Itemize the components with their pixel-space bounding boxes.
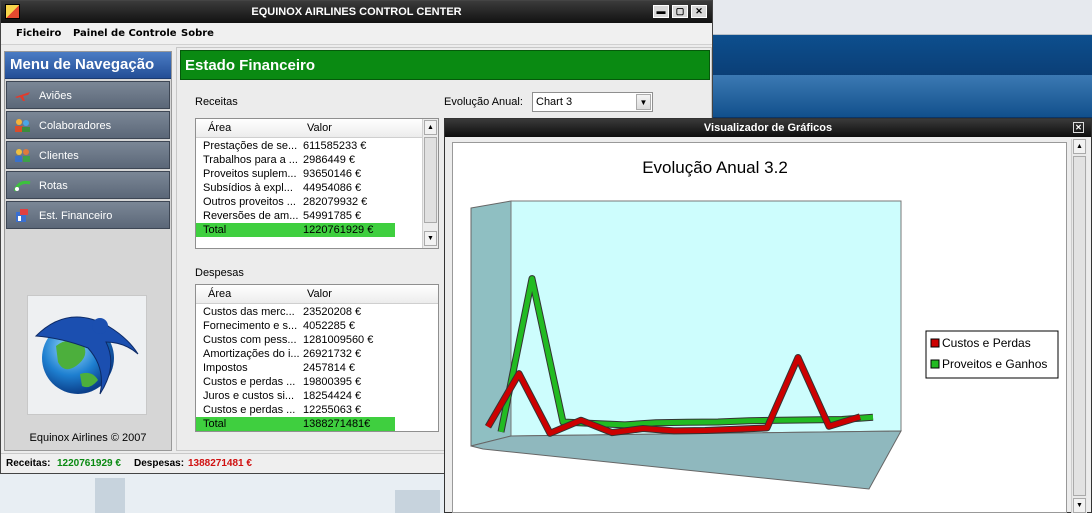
sidebar-item-label: Colaboradores (39, 120, 112, 132)
menu-bar: Ficheiro Painel de Controle Sobre (1, 23, 712, 45)
evolucao-label: Evolução Anual: (444, 96, 523, 108)
table-row[interactable]: Prestações de se... 611585233 € (196, 139, 424, 153)
scroll-thumb[interactable] (424, 137, 437, 223)
column-area[interactable]: Área (208, 288, 231, 300)
table-row[interactable]: Fornecimento e s... 4052285 € (196, 319, 438, 333)
viewer-title-bar: Visualizador de Gráficos ✕ (445, 119, 1091, 137)
page-title: Estado Financeiro (180, 50, 710, 80)
despesas-total-row[interactable]: Total 1388271481€ (196, 417, 395, 431)
chart-viewer-window: Visualizador de Gráficos ✕ Evolução Anua… (444, 118, 1092, 513)
minimize-button[interactable]: ▬ (653, 5, 669, 18)
despesas-label: Despesas (195, 267, 244, 279)
sidebar-item-clientes[interactable]: Clientes (6, 141, 170, 169)
sidebar-item-label: Rotas (39, 180, 68, 192)
background-blur (395, 490, 440, 513)
navigation-sidebar: Menu de Navegação Aviões Colaboradores C… (4, 51, 172, 451)
column-area[interactable]: Área (208, 122, 231, 134)
background-blur (95, 478, 125, 513)
viewer-title: Visualizador de Gráficos (703, 122, 833, 134)
table-row[interactable]: Reversões de am... 54991785 € (196, 209, 424, 223)
airplane-icon (15, 92, 30, 101)
table-row[interactable]: Impostos 2457814 € (196, 361, 438, 375)
legend-swatch-custos (930, 338, 940, 348)
legend-label-custos: Custos e Perdas (942, 336, 1031, 350)
receitas-scrollbar[interactable]: ▲ ▼ (422, 119, 438, 248)
receitas-total-row[interactable]: Total 1220761929 € (196, 223, 395, 237)
scroll-down-icon[interactable]: ▼ (424, 231, 437, 246)
title-bar: EQUINOX AIRLINES CONTROL CENTER ▬ ▢ ✕ (1, 1, 712, 23)
scroll-thumb[interactable] (1073, 156, 1086, 496)
line-chart: Evolução Anual 3.2 Custos e Perdas Prove… (470, 158, 1059, 490)
sidebar-item-colaboradores[interactable]: Colaboradores (6, 111, 170, 139)
table-row[interactable]: Outros proveitos ... 282079932 € (196, 195, 424, 209)
background-browser-toolbar (713, 0, 1092, 35)
sidebar-footer: Equinox Airlines © 2007 (29, 432, 147, 444)
chart-floor (470, 430, 902, 490)
window-title: EQUINOX AIRLINES CONTROL CENTER (251, 6, 462, 18)
legend-swatch-proveitos (930, 359, 940, 369)
table-row[interactable]: Custos das merc... 23520208 € (196, 305, 438, 319)
background-desktop-lower (0, 474, 445, 513)
viewer-scrollbar[interactable]: ▲ ▼ (1071, 139, 1087, 513)
chart-select-value: Chart 3 (536, 96, 573, 108)
scroll-up-icon[interactable]: ▲ (1073, 139, 1086, 154)
globe-logo-image (34, 316, 139, 395)
table-row[interactable]: Custos e perdas ... 12255063 € (196, 403, 438, 417)
table-row[interactable]: Juros e custos si... 18254424 € (196, 389, 438, 403)
table-row[interactable]: Custos com pess... 1281009560 € (196, 333, 438, 347)
sidebar-item-label: Est. Financeiro (39, 210, 113, 222)
table-row[interactable]: Custos e perdas ... 19800395 € (196, 375, 438, 389)
sidebar-item-est-financeiro[interactable]: Est. Financeiro (6, 201, 170, 229)
sidebar-title: Menu de Navegação (5, 52, 171, 79)
column-valor[interactable]: Valor (307, 122, 332, 134)
close-icon[interactable]: ✕ (1073, 122, 1084, 133)
receitas-label: Receitas (195, 96, 238, 108)
table-header: Área Valor (196, 285, 438, 304)
status-despesas-label: Despesas: (134, 458, 185, 469)
maximize-button[interactable]: ▢ (672, 5, 688, 18)
scroll-up-icon[interactable]: ▲ (424, 120, 437, 135)
finance-icon (16, 209, 28, 222)
clients-icon (15, 149, 30, 162)
close-button[interactable]: ✕ (691, 5, 707, 18)
legend-label-proveitos: Proveitos e Ganhos (942, 357, 1047, 371)
receitas-table[interactable]: Área Valor Prestações de se... 611585233 … (195, 118, 439, 249)
status-receitas-label: Receitas: (6, 458, 51, 469)
sidebar-item-avioes[interactable]: Aviões (6, 81, 170, 109)
table-header: Área Valor (196, 119, 424, 138)
chart-title: Evolução Anual 3.2 (642, 158, 788, 177)
menu-ficheiro[interactable]: Ficheiro (16, 28, 61, 39)
chart-select[interactable]: Chart 3 ▼ (532, 92, 653, 112)
status-despesas-value: 1388271481 € (188, 458, 252, 469)
routes-icon (14, 180, 31, 192)
table-row[interactable]: Subsídios à expl... 44954086 € (196, 181, 424, 195)
menu-sobre[interactable]: Sobre (181, 28, 214, 39)
column-valor[interactable]: Valor (307, 288, 332, 300)
menu-painel-de-controle[interactable]: Painel de Controle (73, 28, 177, 39)
chart-legend: Custos e Perdas Proveitos e Ganhos (925, 330, 1059, 379)
table-row[interactable]: Amortizações do i... 26921732 € (196, 347, 438, 361)
chevron-down-icon[interactable]: ▼ (636, 94, 651, 110)
scroll-down-icon[interactable]: ▼ (1073, 498, 1086, 513)
chart-back-wall (510, 200, 902, 437)
background-taskbar-icons (713, 75, 1092, 117)
sidebar-item-label: Clientes (39, 150, 79, 162)
sidebar-item-label: Aviões (39, 90, 72, 102)
status-receitas-value: 1220761929 € (57, 458, 121, 469)
chart-area: Evolução Anual 3.2 Custos e Perdas Prove… (452, 142, 1067, 513)
table-row[interactable]: Trabalhos para a ... 2986449 € (196, 153, 424, 167)
table-row[interactable]: Proveitos suplem... 93650146 € (196, 167, 424, 181)
people-icon (15, 119, 30, 132)
equinox-logo (27, 295, 147, 415)
sidebar-item-rotas[interactable]: Rotas (6, 171, 170, 199)
despesas-table[interactable]: Área Valor Custos das merc... 23520208 € … (195, 284, 439, 432)
